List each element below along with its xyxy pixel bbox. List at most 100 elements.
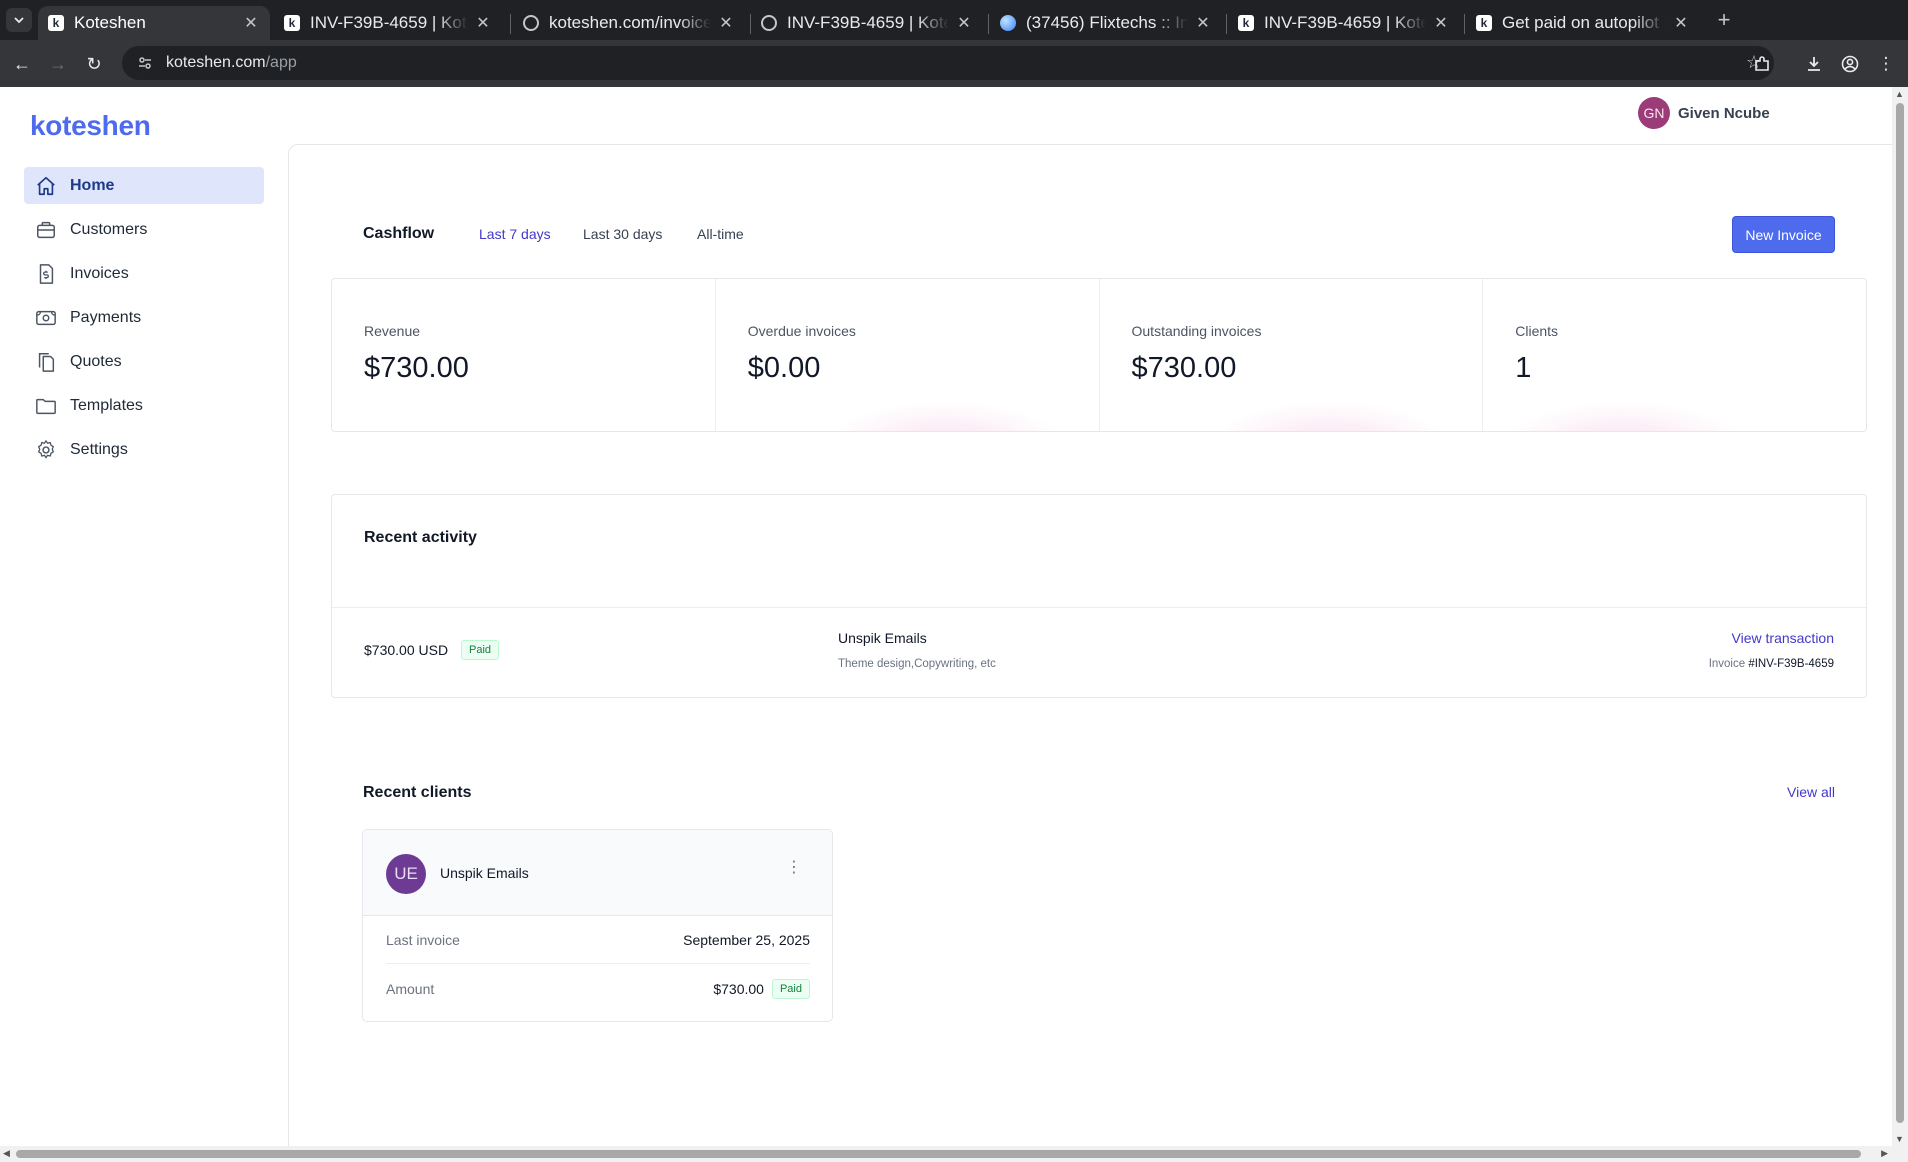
last-invoice-label: Last invoice	[386, 931, 460, 948]
decorative-glow	[825, 401, 1066, 431]
chevron-down-icon	[14, 17, 24, 24]
stat-value: $730.00	[1131, 352, 1237, 384]
documents-icon	[34, 350, 58, 374]
forward-arrow-icon[interactable]: →	[44, 50, 72, 78]
vertical-scrollbar[interactable]: ▲ ▼	[1892, 87, 1908, 1146]
sidebar-item-invoices[interactable]: Invoices	[24, 255, 264, 292]
sidebar-item-label: Settings	[70, 440, 128, 458]
cashflow-title: Cashflow	[363, 225, 435, 242]
download-icon[interactable]	[1800, 50, 1828, 78]
back-arrow-icon[interactable]: ←	[8, 50, 36, 78]
tab-separator	[988, 14, 989, 34]
browser-tab-inbox[interactable]: (37456) Flixtechs :: Inbox ✕	[990, 6, 1222, 40]
stat-label: Outstanding invoices	[1131, 323, 1262, 339]
tab-search-button[interactable]	[6, 8, 32, 32]
close-icon[interactable]: ✕	[1432, 13, 1450, 33]
gear-icon	[34, 438, 58, 462]
client-card[interactable]: UE Unspik Emails ⋮ Last invoice Septembe…	[362, 829, 833, 1022]
status-badge: Paid	[771, 979, 810, 999]
new-tab-plus-icon[interactable]: +	[1710, 6, 1738, 34]
close-icon[interactable]: ✕	[717, 13, 735, 33]
app-root: koteshen Home Customers Invoices Payment…	[0, 87, 1892, 1146]
amount-label: Amount	[386, 981, 435, 997]
browser-tab-invoice-2[interactable]: INV-F39B-4659 | Koteshen ✕	[751, 6, 983, 40]
scroll-down-arrow-icon[interactable]: ▼	[1895, 1134, 1904, 1144]
tab-separator	[1226, 14, 1227, 34]
stat-label: Overdue invoices	[747, 323, 856, 339]
browser-tab-invoice[interactable]: k INV-F39B-4659 | Koteshen ✕	[274, 6, 502, 40]
close-icon[interactable]: ✕	[1672, 13, 1690, 33]
view-transaction-link[interactable]: View transaction	[1732, 630, 1834, 646]
k-logo-icon: k	[48, 15, 64, 31]
browser-tab-autopilot[interactable]: k Get paid on autopilot | Koteshen ✕	[1466, 6, 1700, 40]
reload-icon[interactable]: ↻	[80, 50, 108, 78]
sidebar-item-home[interactable]: Home	[24, 167, 264, 204]
sidebar-item-customers[interactable]: Customers	[24, 211, 264, 248]
client-card-header: UE Unspik Emails ⋮	[363, 830, 832, 916]
sidebar-item-templates[interactable]: Templates	[24, 387, 264, 424]
menu-kebab-icon[interactable]: ⋮	[1872, 50, 1900, 78]
last-invoice-date: September 25, 2025	[683, 931, 810, 948]
activity-amount: $730.00 USD	[364, 642, 449, 658]
close-icon[interactable]: ✕	[474, 13, 492, 33]
more-options-icon[interactable]: ⋮	[786, 860, 802, 876]
view-all-link[interactable]: View all	[1787, 784, 1835, 800]
stat-value: $0.00	[747, 352, 821, 384]
stat-value: 1	[1515, 352, 1532, 384]
invoice-number: #INV-F39B-4659	[1748, 658, 1834, 670]
stat-clients: Clients 1	[1483, 279, 1866, 431]
last-invoice-row: Last invoice September 25, 2025	[386, 916, 810, 964]
sidebar-item-settings[interactable]: Settings	[24, 431, 264, 468]
scroll-right-arrow-icon[interactable]: ▶	[1881, 1148, 1888, 1159]
recent-clients-title: Recent clients	[363, 784, 472, 801]
user-menu[interactable]: GN Given Ncube	[1638, 97, 1770, 129]
close-icon[interactable]: ✕	[242, 13, 260, 33]
horizontal-scrollbar[interactable]: ◀ ▶	[0, 1146, 1908, 1162]
browser-tab-strip: k Koteshen ✕ k INV-F39B-4659 | Koteshen …	[0, 0, 1908, 40]
tab-title: Koteshen	[74, 13, 146, 32]
sidebar-item-quotes[interactable]: Quotes	[24, 343, 264, 380]
site-settings-icon[interactable]	[136, 54, 154, 72]
browser-tab-invoices[interactable]: koteshen.com/invoices ✕	[513, 6, 745, 40]
amount-row: Amount $730.00 Paid	[386, 965, 810, 1013]
stat-overdue-invoices: Overdue invoices $0.00	[716, 279, 1100, 431]
sidebar: koteshen Home Customers Invoices Payment…	[0, 87, 288, 1146]
globe-icon	[523, 15, 539, 31]
tab-title: INV-F39B-4659 | Koteshen	[310, 13, 468, 32]
browser-tab-invoice-3[interactable]: k INV-F39B-4659 | Koteshen ✕	[1228, 6, 1460, 40]
address-bar[interactable]: koteshen.com/app ☆	[122, 46, 1774, 80]
extensions-icon[interactable]	[1748, 50, 1776, 78]
stat-revenue: Revenue $730.00	[332, 279, 716, 431]
tab-last-7-days[interactable]: Last 7 days	[479, 226, 551, 242]
sidebar-item-label: Quotes	[70, 352, 122, 370]
stat-label: Revenue	[364, 323, 421, 339]
scroll-up-arrow-icon[interactable]: ▲	[1895, 89, 1904, 99]
invoice-label: Invoice	[1708, 658, 1746, 670]
briefcase-icon	[34, 218, 58, 242]
new-invoice-button[interactable]: New Invoice	[1732, 216, 1835, 253]
scroll-left-arrow-icon[interactable]: ◀	[3, 1148, 10, 1159]
close-icon[interactable]: ✕	[955, 13, 973, 33]
user-name: Given Ncube	[1678, 104, 1770, 122]
activity-description: Theme design,Copywriting, etc	[838, 658, 996, 670]
browser-tab-koteshen[interactable]: k Koteshen ✕	[38, 6, 270, 40]
stats-panel: Revenue $730.00 Overdue invoices $0.00 O…	[331, 278, 1867, 432]
orb-icon	[1000, 15, 1016, 31]
tab-last-30-days[interactable]: Last 30 days	[583, 226, 662, 242]
activity-invoice-ref: Invoice #INV-F39B-4659	[1709, 658, 1834, 670]
scrollbar-thumb[interactable]	[1896, 103, 1904, 1123]
avatar: UE	[386, 854, 426, 894]
invoice-dollar-icon	[34, 262, 58, 286]
client-name: Unspik Emails	[440, 865, 529, 881]
k-logo-icon: k	[1238, 15, 1254, 31]
koteshen-logo[interactable]: koteshen	[30, 110, 151, 142]
profile-icon[interactable]	[1836, 50, 1864, 78]
scrollbar-thumb[interactable]	[16, 1150, 1861, 1158]
amount-group: $730.00 Paid	[713, 979, 810, 999]
home-icon	[34, 174, 58, 198]
tab-all-time[interactable]: All-time	[697, 226, 744, 242]
sidebar-item-payments[interactable]: Payments	[24, 299, 264, 336]
tab-title: (37456) Flixtechs :: Inbox	[1026, 13, 1188, 32]
sidebar-item-label: Invoices	[70, 264, 129, 282]
close-icon[interactable]: ✕	[1194, 13, 1212, 33]
